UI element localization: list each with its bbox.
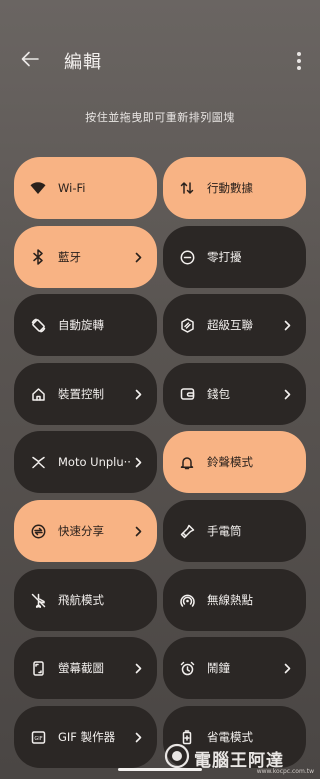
do-not-disturb-icon — [179, 249, 195, 265]
screenshot-icon — [30, 660, 46, 676]
chevron-right-icon[interactable] — [282, 662, 292, 674]
tile-wallet[interactable]: 錢包 — [163, 363, 306, 425]
tile-label: 零打擾 — [207, 250, 242, 264]
tile-moto-unplugged[interactable]: Moto Unplu·· — [14, 431, 157, 493]
tile-label: 錢包 — [207, 387, 230, 401]
tile-label: 藍牙 — [58, 250, 81, 264]
chevron-right-icon[interactable] — [133, 731, 143, 743]
tile-flashlight[interactable]: 手電筒 — [163, 500, 306, 562]
tile-label: 自動旋轉 — [58, 318, 104, 332]
tile-airplane-off[interactable]: 飛航模式 — [14, 569, 157, 631]
tile-label: 無線熱點 — [207, 593, 253, 607]
arrow-left-icon — [21, 51, 39, 71]
alarm-icon — [179, 660, 195, 676]
tile-auto-rotate[interactable]: 自動旋轉 — [14, 294, 157, 356]
chevron-right-icon[interactable] — [133, 388, 143, 400]
chevron-right-icon[interactable] — [282, 319, 292, 331]
tile-hotspot[interactable]: 無線熱點 — [163, 569, 306, 631]
tile-bluetooth[interactable]: 藍牙 — [14, 226, 157, 288]
chevron-right-icon[interactable] — [282, 388, 292, 400]
bluetooth-icon — [30, 249, 46, 265]
chevron-right-icon[interactable] — [133, 525, 143, 537]
auto-rotate-icon — [30, 317, 46, 333]
tile-label: 飛航模式 — [58, 593, 104, 607]
hotspot-icon — [179, 592, 195, 608]
page-title: 編輯 — [64, 52, 102, 73]
chevron-right-icon[interactable] — [133, 456, 143, 468]
tile-label: 手電筒 — [207, 524, 242, 538]
quick-share-icon — [30, 523, 46, 539]
flashlight-icon — [179, 523, 195, 539]
tile-home[interactable]: 裝置控制 — [14, 363, 157, 425]
tile-alarm[interactable]: 鬧鐘 — [163, 637, 306, 699]
chevron-right-icon[interactable] — [133, 251, 143, 263]
tile-quick-share[interactable]: 快速分享 — [14, 500, 157, 562]
back-button[interactable] — [16, 47, 44, 75]
moto-unplugged-icon — [30, 454, 46, 470]
tile-label: 鈴聲模式 — [207, 455, 253, 469]
gesture-home-bar[interactable] — [118, 768, 202, 771]
tile-wifi[interactable]: Wi-Fi — [14, 157, 157, 219]
rearrange-hint: 按住並拖曳即可重新排列圖塊 — [85, 111, 235, 124]
wifi-icon — [30, 180, 46, 196]
tile-label: 行動數據 — [207, 181, 253, 195]
tile-label: 裝置控制 — [58, 387, 104, 401]
tile-label: GIF 製作器 — [58, 730, 116, 744]
gif-icon: GIF — [30, 729, 46, 745]
tile-bell[interactable]: 鈴聲模式 — [163, 431, 306, 493]
svg-text:GIF: GIF — [34, 736, 42, 742]
chevron-right-icon[interactable] — [133, 662, 143, 674]
tile-do-not-disturb[interactable]: 零打擾 — [163, 226, 306, 288]
more-options-button[interactable] — [292, 48, 306, 74]
super-connect-icon — [179, 317, 195, 333]
watermark-text: 電腦王阿達 — [194, 750, 284, 771]
tile-label: 鬧鐘 — [207, 661, 230, 675]
tile-super-connect[interactable]: 超級互聯 — [163, 294, 306, 356]
home-icon — [30, 386, 46, 402]
tile-gif[interactable]: GIF GIF 製作器 — [14, 706, 157, 768]
bell-icon — [179, 454, 195, 470]
tile-label: 螢幕截圖 — [58, 661, 104, 675]
top-bar: 編輯 — [0, 0, 320, 120]
wallet-icon — [179, 386, 195, 402]
airplane-off-icon — [30, 592, 46, 608]
tile-label: 超級互聯 — [207, 318, 253, 332]
watermark-url: www.kocpc.com.tw — [256, 768, 314, 775]
more-vertical-icon — [297, 52, 301, 70]
tile-label: 快速分享 — [58, 524, 104, 538]
mobile-data-icon — [179, 180, 195, 196]
tile-mobile-data[interactable]: 行動數據 — [163, 157, 306, 219]
tile-label: Moto Unplu·· — [58, 455, 131, 469]
tile-screenshot[interactable]: 螢幕截圖 — [14, 637, 157, 699]
tile-label: Wi-Fi — [58, 181, 86, 195]
